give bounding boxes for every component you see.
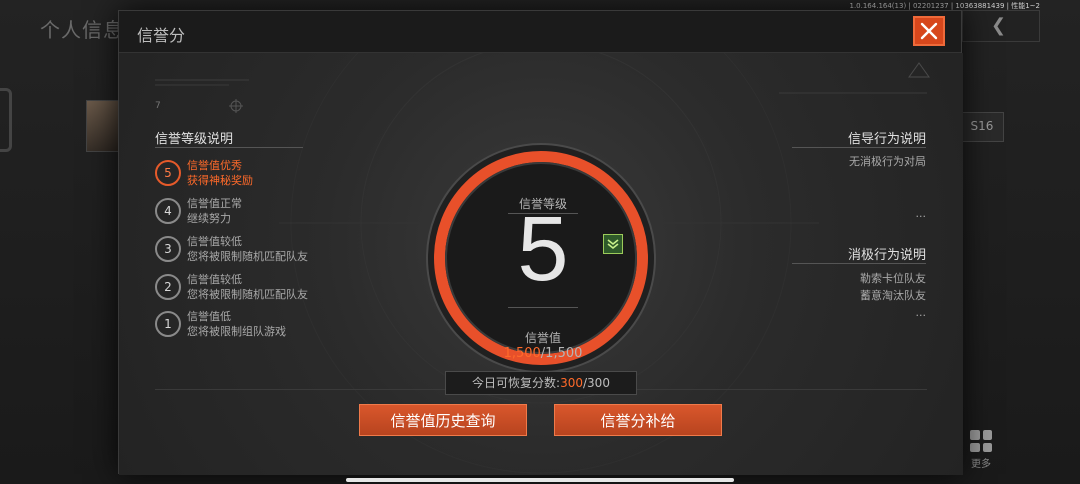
background-page-title: 个人信息 bbox=[40, 18, 124, 42]
level-item-1: 1 信誉值低 您将被限制组队游戏 bbox=[155, 308, 355, 344]
level-number: 2 bbox=[155, 274, 181, 300]
grid-icon bbox=[970, 430, 992, 452]
credit-score-current: 1,500 bbox=[503, 346, 541, 361]
season-badge[interactable]: S16 bbox=[960, 112, 1004, 142]
credit-gauge: 信誉等级 5 信誉值 1,500/1,500 bbox=[426, 143, 656, 373]
level-item-4: 4 信誉值正常 继续努力 bbox=[155, 195, 355, 231]
guide-behavior-more: ... bbox=[916, 205, 927, 222]
guide-behavior-section: 信导行为说明 bbox=[848, 128, 926, 147]
level-number: 3 bbox=[155, 236, 181, 262]
guide-behavior-underline bbox=[792, 147, 926, 148]
avatar bbox=[86, 100, 120, 152]
guide-behavior-item: 无消极行为对局 bbox=[849, 155, 926, 168]
level-effect: 您将被限制组队游戏 bbox=[187, 325, 286, 338]
negative-behavior-underline bbox=[792, 263, 926, 264]
level-status: 信誉值较低 bbox=[187, 273, 242, 286]
gauge-separator-bottom bbox=[508, 307, 578, 308]
level-item-5: 5 信誉值优秀 获得神秘奖励 bbox=[155, 157, 355, 193]
level-number: 1 bbox=[155, 311, 181, 337]
level-status: 信誉值优秀 bbox=[187, 159, 242, 172]
level-effect: 获得神秘奖励 bbox=[187, 174, 253, 187]
rank-badge-icon[interactable] bbox=[603, 234, 623, 254]
modal-header: 信誉分 bbox=[119, 11, 961, 53]
level-explanation-title: 信誉等级说明 bbox=[155, 132, 234, 147]
more-label: 更多 bbox=[971, 459, 991, 470]
credit-score-label: 信誉值 bbox=[524, 331, 561, 345]
hexagon-icon bbox=[0, 88, 12, 152]
credit-score-modal: 信誉分 7 信誉等级说明 5 信誉值优秀 获得神秘奖励 4 信誉值正常 继续努力… bbox=[118, 10, 963, 475]
negative-behavior-item: 蓄意淘汰队友 bbox=[860, 289, 926, 302]
negative-behavior-item: 勒索卡位队友 bbox=[860, 272, 926, 285]
recover-max: /300 bbox=[583, 376, 610, 390]
credit-supply-button[interactable]: 信誉分补给 bbox=[554, 404, 722, 436]
more-button[interactable]: 更多 bbox=[966, 430, 996, 470]
back-arrow-icon: ❮ bbox=[991, 15, 1007, 36]
level-effect: 继续努力 bbox=[187, 212, 231, 225]
guide-behavior-list: 无消极行为对局 bbox=[849, 153, 926, 170]
home-indicator[interactable] bbox=[346, 478, 734, 482]
recover-current: 300 bbox=[560, 376, 583, 390]
level-status: 信誉值正常 bbox=[187, 197, 242, 210]
daily-recover-score: 今日可恢复分数:300/300 bbox=[445, 371, 637, 395]
chevron-rank-icon bbox=[607, 239, 619, 250]
level-explanation-underline bbox=[155, 147, 303, 148]
level-number: 4 bbox=[155, 198, 181, 224]
credit-score-value: 1,500/1,500 bbox=[428, 346, 658, 361]
guide-behavior-title: 信导行为说明 bbox=[847, 132, 926, 147]
level-status: 信誉值较低 bbox=[187, 235, 242, 248]
negative-behavior-section: 消极行为说明 bbox=[848, 244, 926, 263]
credit-level-value: 5 bbox=[517, 198, 569, 300]
negative-behavior-title: 消极行为说明 bbox=[847, 248, 926, 263]
modal-title: 信誉分 bbox=[137, 26, 186, 45]
level-item-2: 2 信誉值较低 您将被限制随机匹配队友 bbox=[155, 271, 355, 307]
level-item-3: 3 信誉值较低 您将被限制随机匹配队友 bbox=[155, 233, 355, 269]
guide-behavior-ellipsis: ... bbox=[915, 207, 927, 220]
modal-body: 7 信誉等级说明 5 信誉值优秀 获得神秘奖励 4 信誉值正常 继续努力 3 信… bbox=[119, 53, 963, 475]
close-button[interactable] bbox=[913, 16, 945, 46]
level-number: 5 bbox=[155, 160, 181, 186]
negative-behavior-list: 勒索卡位队友 蓄意淘汰队友 ... bbox=[860, 270, 926, 321]
level-effect: 您将被限制随机匹配队友 bbox=[187, 250, 308, 263]
level-effect: 您将被限制随机匹配队友 bbox=[187, 288, 308, 301]
negative-behavior-ellipsis: ... bbox=[915, 306, 927, 319]
credit-score-max: /1,500 bbox=[540, 346, 583, 361]
recover-label: 今日可恢复分数: bbox=[472, 376, 561, 390]
level-status: 信誉值低 bbox=[187, 310, 231, 323]
decoration-number: 7 bbox=[155, 101, 161, 111]
close-icon bbox=[920, 22, 938, 40]
credit-history-button[interactable]: 信誉值历史查询 bbox=[359, 404, 527, 436]
back-button[interactable]: ❮ bbox=[962, 10, 1040, 42]
